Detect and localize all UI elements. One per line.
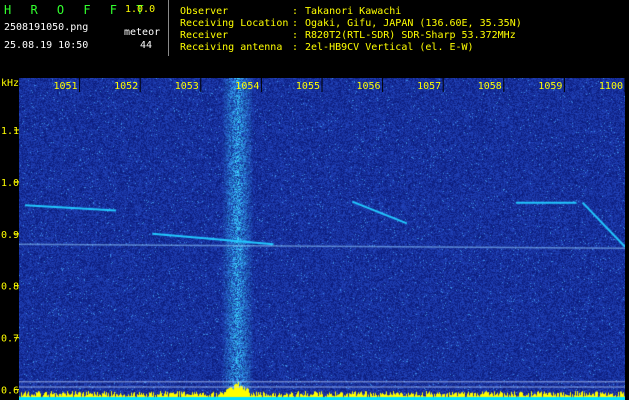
y-tick-label: 0.6: [1, 386, 19, 397]
x-tick-label: 1055: [296, 81, 320, 92]
y-tick-label: 0.7: [1, 334, 19, 345]
x-tick-label: 1058: [478, 81, 502, 92]
x-tick-label: 1056: [357, 81, 381, 92]
y-tick-label: 0.9: [1, 230, 19, 241]
y-tick-label: 0.8: [1, 282, 19, 293]
x-tick-label: 1052: [114, 81, 138, 92]
x-tick-label: 1057: [417, 81, 441, 92]
y-tick-label: 1.1: [1, 126, 19, 137]
spectrogram-axes: kHz 1051 1052 1053 1054 1055 1056 1057 1058 1059…: [1, 78, 626, 397]
y-axis-unit-label: kHz: [1, 78, 19, 89]
x-tick-label: 1054: [235, 81, 259, 92]
x-tick-label: 1059: [538, 81, 562, 92]
x-tick-label: 1053: [175, 81, 199, 92]
y-tick-label: 1.0: [1, 178, 19, 189]
x-tick-label: 1051: [54, 81, 78, 92]
x-tick-label: 1100: [599, 81, 623, 92]
